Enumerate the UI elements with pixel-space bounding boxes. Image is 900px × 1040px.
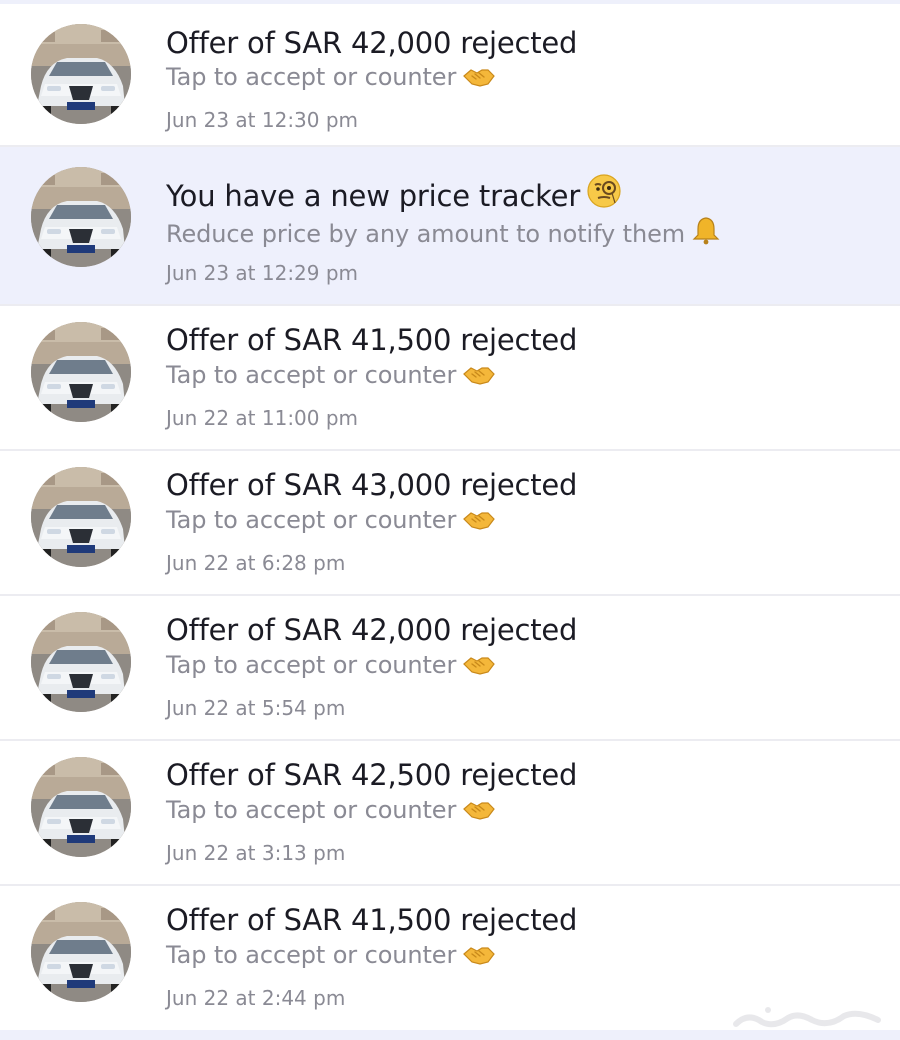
notification-time: Jun 22 at 2:44 pm: [166, 986, 346, 1010]
notification-subtitle: Tap to accept or counter: [166, 651, 496, 682]
notification-subtitle: Tap to accept or counter: [166, 361, 496, 392]
handshake-icon: [462, 652, 496, 682]
car-thumbnail-avatar: [31, 902, 131, 1002]
notification-time: Jun 22 at 3:13 pm: [166, 841, 346, 865]
notification-title: Offer of SAR 42,000 rejected: [166, 26, 578, 60]
notification-title: Offer of SAR 43,000 rejected: [166, 468, 578, 502]
notification-subtitle-text: Tap to accept or counter: [166, 506, 457, 534]
notifications-page: Offer of SAR 42,000 rejected Tap to acce…: [0, 0, 900, 1040]
notification-item[interactable]: Offer of SAR 42,000 rejected Tap to acce…: [0, 4, 900, 147]
haraj-watermark-logo: [728, 1002, 888, 1038]
notification-time: Jun 23 at 12:30 pm: [166, 108, 359, 132]
notification-title: Offer of SAR 41,500 rejected: [166, 323, 578, 357]
car-thumbnail-avatar: [31, 612, 131, 712]
notification-subtitle-text: Reduce price by any amount to notify the…: [166, 220, 686, 248]
notification-title: Offer of SAR 41,500 rejected: [166, 903, 578, 937]
notification-time: Jun 22 at 11:00 pm: [166, 406, 359, 430]
notification-subtitle: Tap to accept or counter: [166, 796, 496, 827]
notification-subtitle-text: Tap to accept or counter: [166, 361, 457, 389]
notification-title: Offer of SAR 42,000 rejected: [166, 613, 578, 647]
car-thumbnail-avatar: [31, 322, 131, 422]
notification-subtitle: Reduce price by any amount to notify the…: [166, 215, 721, 251]
notification-time: Jun 22 at 5:54 pm: [166, 696, 346, 720]
car-thumbnail-avatar: [31, 757, 131, 857]
handshake-icon: [462, 362, 496, 392]
notification-item[interactable]: Offer of SAR 42,500 rejected Tap to acce…: [0, 741, 900, 886]
car-thumbnail-avatar: [31, 167, 131, 267]
notification-title: Offer of SAR 42,500 rejected: [166, 758, 578, 792]
notification-item-highlighted[interactable]: You have a new price tracker Reduce pric…: [0, 147, 900, 306]
notification-subtitle-text: Tap to accept or counter: [166, 63, 457, 91]
notification-subtitle-text: Tap to accept or counter: [166, 651, 457, 679]
notification-subtitle: Tap to accept or counter: [166, 63, 496, 94]
handshake-icon: [462, 64, 496, 94]
car-thumbnail-avatar: [31, 24, 131, 124]
notification-subtitle: Tap to accept or counter: [166, 941, 496, 972]
monocle-face-icon: [586, 173, 622, 216]
notification-title: You have a new price tracker: [166, 173, 622, 216]
notification-item[interactable]: Offer of SAR 43,000 rejected Tap to acce…: [0, 451, 900, 596]
notification-item[interactable]: Offer of SAR 41,500 rejected Tap to acce…: [0, 306, 900, 451]
bell-icon: [691, 215, 721, 251]
notification-subtitle-text: Tap to accept or counter: [166, 796, 457, 824]
notification-time: Jun 23 at 12:29 pm: [166, 261, 359, 285]
notification-subtitle: Tap to accept or counter: [166, 506, 496, 537]
notification-subtitle-text: Tap to accept or counter: [166, 941, 457, 969]
handshake-icon: [462, 942, 496, 972]
notification-title-text: You have a new price tracker: [166, 179, 581, 213]
handshake-icon: [462, 507, 496, 537]
notification-item[interactable]: Offer of SAR 42,000 rejected Tap to acce…: [0, 596, 900, 741]
notification-time: Jun 22 at 6:28 pm: [166, 551, 346, 575]
car-thumbnail-avatar: [31, 467, 131, 567]
handshake-icon: [462, 797, 496, 827]
